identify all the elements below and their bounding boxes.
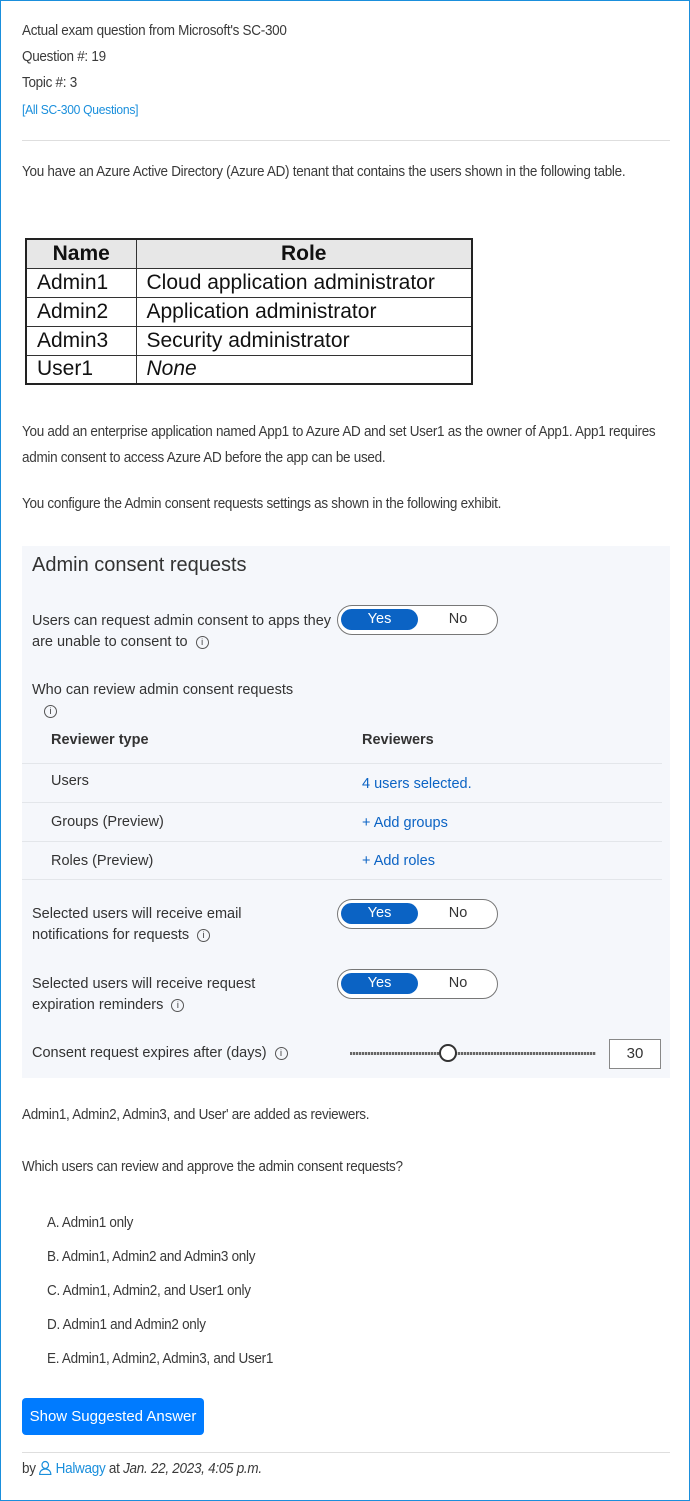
yes-option[interactable]: Yes: [341, 609, 418, 630]
all-questions-link[interactable]: [All SC-300 Questions]: [22, 102, 138, 117]
slider-track: [350, 1052, 596, 1055]
users-table: Name Role Admin1 Cloud application adminis…: [25, 238, 473, 385]
table-row: Groups (Preview) + Add groups: [22, 802, 662, 841]
exhibit-title: Admin consent requests: [32, 554, 247, 576]
cell: User1: [25, 354, 137, 385]
divider: [22, 140, 670, 141]
email-notifications-toggle[interactable]: Yes No: [337, 899, 498, 929]
request-consent-toggle[interactable]: Yes No: [337, 605, 498, 635]
at-label: at: [108, 1461, 120, 1477]
cell: Security administrator: [135, 325, 473, 356]
paragraph: You add an enterprise application named …: [22, 424, 656, 466]
no-option[interactable]: No: [438, 606, 478, 633]
user-icon: [39, 1460, 52, 1476]
show-suggested-answer-button[interactable]: Show Suggested Answer: [22, 1398, 204, 1435]
admin-consent-exhibit: Admin consent requests Users can request…: [22, 546, 670, 1078]
cell: Admin3: [25, 325, 137, 356]
users-selected-link[interactable]: 4 users selected.: [362, 776, 472, 792]
paragraph: Which users can review and approve the a…: [22, 1159, 403, 1175]
option-c[interactable]: C. Admin1, Admin2, and User1 only: [47, 1283, 251, 1299]
expiry-slider[interactable]: [350, 1044, 596, 1062]
no-option[interactable]: No: [438, 970, 478, 997]
by-label: by: [22, 1461, 36, 1477]
paragraph: Admin1, Admin2, Admin3, and User' are ad…: [22, 1107, 370, 1123]
question-intro: You have an Azure Active Directory (Azur…: [22, 164, 626, 180]
option-a[interactable]: A. Admin1 only: [47, 1215, 133, 1231]
yes-option[interactable]: Yes: [341, 973, 418, 994]
info-icon[interactable]: i: [171, 998, 185, 1012]
topic-number: Topic #: 3: [22, 75, 77, 91]
question-number: Question #: 19: [22, 49, 106, 65]
cell: Admin2: [25, 296, 137, 327]
table-row: Admin2 Application administrator: [25, 296, 473, 327]
col-reviewer-type: Reviewer type: [51, 732, 149, 748]
option-e[interactable]: E. Admin1, Admin2, Admin3, and User1: [47, 1351, 273, 1367]
setting-label: Selected users will receive email notifi…: [32, 906, 242, 943]
paragraph: You configure the Admin consent requests…: [22, 496, 502, 512]
expiration-reminders-toggle[interactable]: Yes No: [337, 969, 498, 999]
col-name: Name: [25, 238, 137, 269]
post-date: Jan. 22, 2023, 4:05 p.m.: [123, 1461, 262, 1477]
add-roles-link[interactable]: + Add roles: [362, 853, 435, 869]
info-icon[interactable]: i: [44, 704, 57, 718]
info-icon[interactable]: i: [195, 635, 209, 649]
expiry-days-input[interactable]: 30: [609, 1039, 661, 1069]
table-row: Admin1 Cloud application administrator: [25, 267, 473, 298]
add-groups-link[interactable]: + Add groups: [362, 815, 448, 831]
no-option[interactable]: No: [438, 900, 478, 927]
table-row: Roles (Preview) + Add roles: [22, 841, 662, 880]
cell: None: [135, 354, 473, 385]
info-icon[interactable]: i: [274, 1046, 288, 1060]
cell: Cloud application administrator: [135, 267, 473, 298]
user-link[interactable]: Halwagy: [39, 1460, 106, 1477]
col-role: Role: [135, 238, 473, 269]
who-label: Who can review admin consent requests i: [32, 682, 294, 718]
yes-option[interactable]: Yes: [341, 903, 418, 924]
divider: [22, 1452, 670, 1453]
table-row: Users 4 users selected.: [22, 763, 662, 802]
table-row: User1 None: [25, 354, 473, 385]
setting-label: Consent request expires after (days) i: [32, 1043, 332, 1064]
setting-label: Users can request admin consent to apps …: [32, 613, 332, 650]
page-title: Actual exam question from Microsoft's SC…: [22, 23, 287, 39]
option-b[interactable]: B. Admin1, Admin2 and Admin3 only: [47, 1249, 255, 1265]
cell: Admin1: [25, 267, 137, 298]
slider-thumb[interactable]: [439, 1044, 458, 1062]
col-reviewers: Reviewers: [362, 732, 434, 748]
cell: Application administrator: [135, 296, 473, 327]
setting-label: Selected users will receive request expi…: [32, 976, 256, 1013]
info-icon[interactable]: i: [197, 928, 211, 942]
option-d[interactable]: D. Admin1 and Admin2 only: [47, 1317, 206, 1333]
table-row: Admin3 Security administrator: [25, 325, 473, 356]
post-meta: by Halwagy at Jan. 22, 2023, 4:05 p.m.: [22, 1460, 262, 1477]
